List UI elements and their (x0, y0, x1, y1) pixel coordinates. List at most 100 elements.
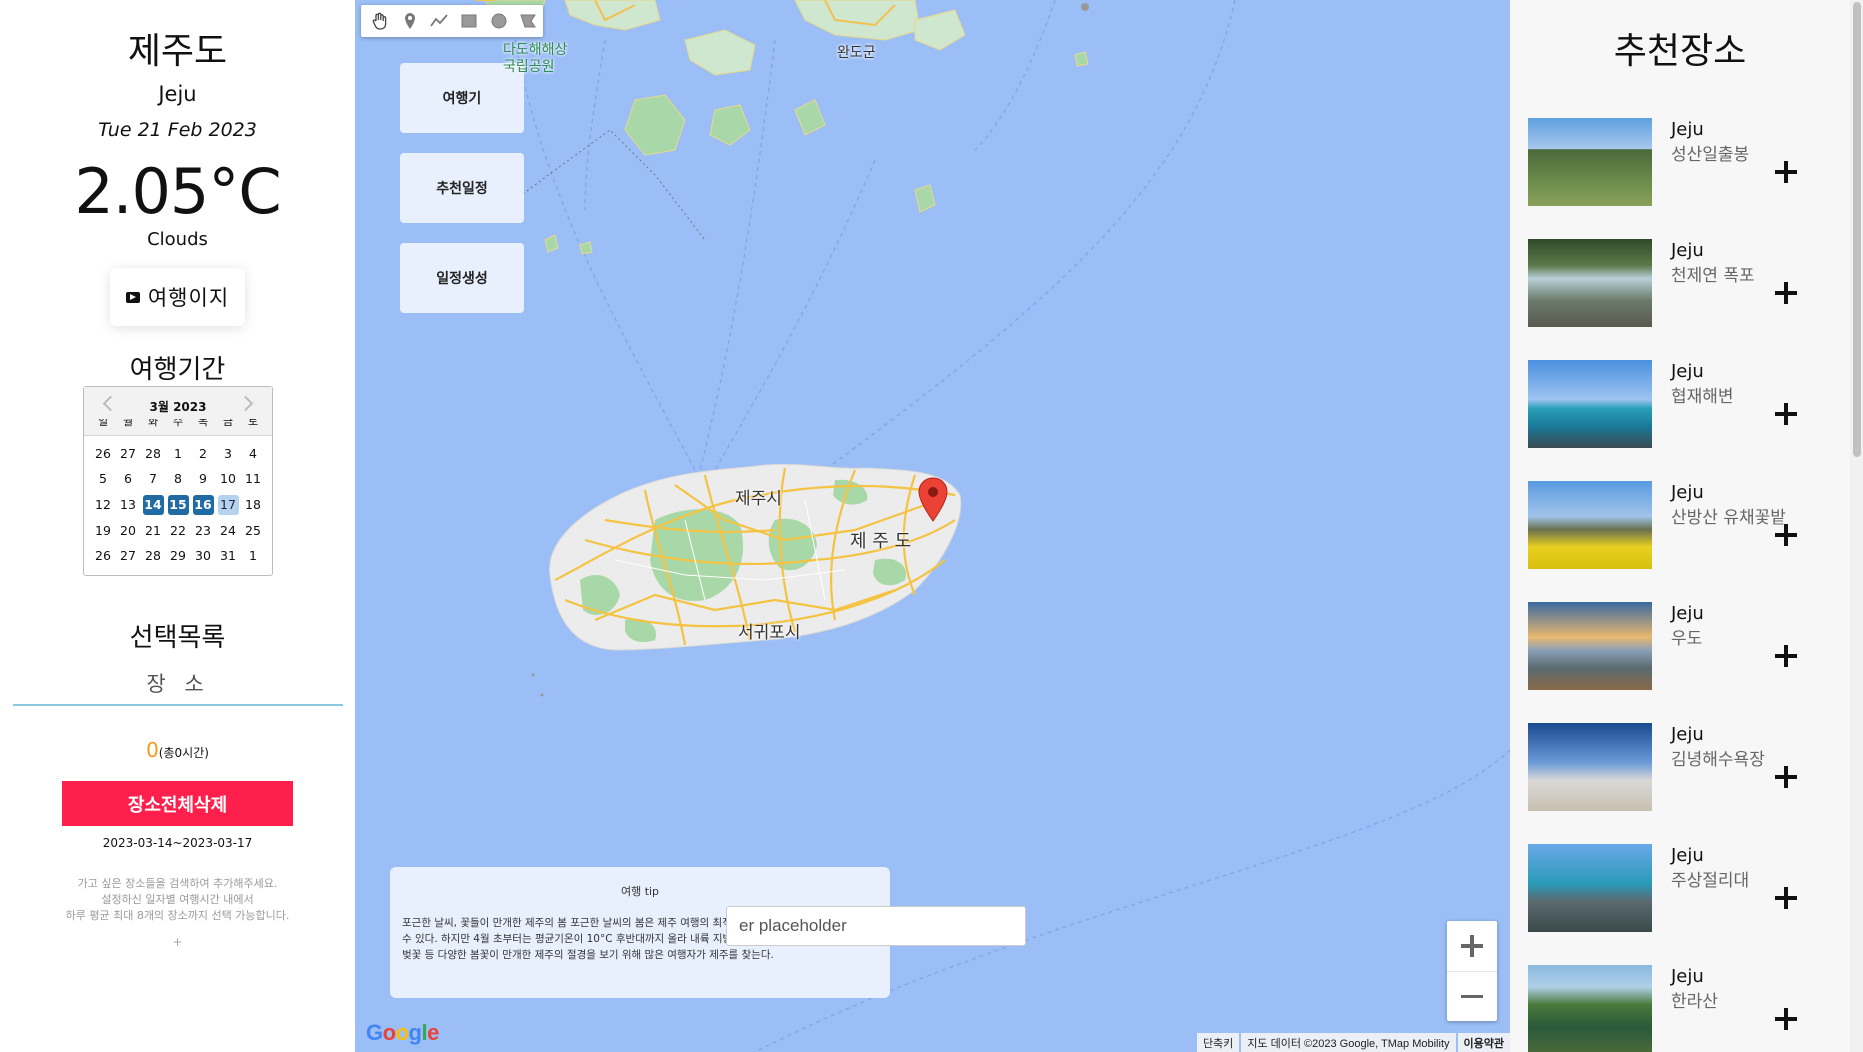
place-photo[interactable] (1528, 844, 1652, 932)
calendar-day[interactable]: 23 (191, 518, 216, 544)
recommendation-card[interactable]: Jeju 우도 (1528, 602, 1828, 690)
chevron-right-icon[interactable] (241, 395, 255, 409)
calendar-day[interactable]: 27 (116, 441, 141, 467)
recommendation-card[interactable]: Jeju 김녕해수욕장 (1528, 723, 1828, 811)
calendar-day[interactable]: 11 (241, 467, 266, 493)
calendar-day[interactable]: 13 (116, 492, 141, 518)
calendar-day[interactable]: 3 (216, 441, 241, 467)
drawing-toolbar (361, 5, 543, 37)
calendar-day-number: 23 (195, 522, 211, 538)
plus-icon[interactable] (1772, 884, 1800, 912)
calendar-day[interactable]: 27 (116, 543, 141, 569)
calendar-day[interactable]: 30 (191, 543, 216, 569)
zoom-out-button[interactable] (1447, 971, 1497, 1021)
calendar-day[interactable]: 7 (141, 467, 166, 493)
place-city: Jeju (1671, 966, 1704, 987)
delete-all-places-button[interactable]: 장소전체삭제 (62, 781, 293, 826)
terms-link[interactable]: 이용약관 (1457, 1033, 1510, 1052)
plus-icon[interactable] (1772, 158, 1800, 186)
calendar-day[interactable]: 14 (141, 492, 166, 518)
calendar-day-number: 22 (170, 522, 186, 538)
calendar-day-number: 16 (192, 494, 214, 515)
calendar-day-number: 21 (145, 522, 161, 538)
calendar-day[interactable]: 1 (241, 543, 266, 569)
place-photo[interactable] (1528, 360, 1652, 448)
place-photo[interactable] (1528, 481, 1652, 569)
page-scrollbar[interactable] (1850, 0, 1863, 1052)
calendar-day[interactable]: 19 (91, 518, 116, 544)
calendar-day[interactable]: 21 (141, 518, 166, 544)
plus-icon[interactable] (1772, 1005, 1800, 1033)
plus-icon[interactable] (1772, 521, 1800, 549)
circle-tool-icon[interactable] (484, 7, 514, 35)
create-schedule-button[interactable]: 일정생성 (400, 243, 524, 313)
calendar-day[interactable]: 5 (91, 467, 116, 493)
app-logo-button[interactable]: 여행이지 (110, 268, 245, 326)
calendar-day[interactable]: 25 (241, 518, 266, 544)
calendar-days: 26 27 28 1 2 3 4 5 6 7 8 9 10 11 12 13 14 15 16 17 18 19 20 21 2… (84, 436, 272, 569)
place-photo[interactable] (1528, 602, 1652, 690)
calendar-day[interactable]: 17 (216, 492, 241, 518)
calendar-day-number: 12 (95, 496, 111, 512)
calendar-day[interactable]: 16 (191, 492, 216, 518)
recommendation-card[interactable]: Jeju 산방산 유채꽃밭 (1528, 481, 1828, 569)
marker-tool-icon[interactable] (395, 7, 425, 35)
calendar-day[interactable]: 9 (191, 467, 216, 493)
plus-icon[interactable] (1772, 279, 1800, 307)
recommendation-card[interactable]: Jeju 한라산 (1528, 965, 1828, 1052)
calendar-day[interactable]: 20 (116, 518, 141, 544)
calendar-day[interactable]: 8 (166, 467, 191, 493)
location-pin-icon[interactable] (917, 477, 949, 523)
calendar-day-number: 28 (145, 548, 161, 564)
recommendation-card[interactable]: Jeju 협재해변 (1528, 360, 1828, 448)
recommended-schedule-button[interactable]: 추천일정 (400, 153, 524, 223)
polygon-tool-icon[interactable] (513, 7, 543, 35)
weather-city-english: Jeju (158, 82, 197, 106)
polyline-tool-icon[interactable] (424, 7, 454, 35)
map-view[interactable]: 여행기 추천일정 일정생성 다도해해상 국립공원 완도군 제주시 제 주 도 서… (355, 0, 1510, 1052)
calendar-day[interactable]: 1 (166, 441, 191, 467)
plus-icon[interactable] (1772, 400, 1800, 428)
calendar-day[interactable]: 31 (216, 543, 241, 569)
calendar-day-number: 2 (199, 445, 207, 461)
help-line: 하루 평균 최대 8개의 장소까지 선택 가능합니다. (65, 909, 290, 922)
calendar-day[interactable]: 29 (166, 543, 191, 569)
calendar-day[interactable]: 28 (141, 543, 166, 569)
calendar-day[interactable]: 6 (116, 467, 141, 493)
calendar-day[interactable]: 10 (216, 467, 241, 493)
calendar-day[interactable]: 18 (241, 492, 266, 518)
place-name: 김녕해수욕장 (1671, 750, 1765, 770)
calendar-day[interactable]: 26 (91, 543, 116, 569)
period-title: 여행기간 (129, 355, 226, 385)
google-logo[interactable]: Google (366, 1020, 439, 1046)
calendar-day-number: 10 (220, 471, 236, 487)
hand-tool-icon[interactable] (365, 7, 395, 35)
calendar-day[interactable]: 28 (141, 441, 166, 467)
calendar-day[interactable]: 24 (216, 518, 241, 544)
calendar-day[interactable]: 2 (191, 441, 216, 467)
keyboard-shortcuts-link[interactable]: 단축키 (1196, 1033, 1240, 1052)
place-name: 한라산 (1671, 992, 1718, 1012)
plus-icon[interactable] (1772, 763, 1800, 791)
calendar-day[interactable]: 12 (91, 492, 116, 518)
calendar-day[interactable]: 15 (166, 492, 191, 518)
place-name: 천제연 폭포 (1671, 266, 1755, 286)
zoom-in-button[interactable] (1447, 921, 1497, 971)
plus-icon[interactable] (1772, 642, 1800, 670)
place-photo[interactable] (1528, 239, 1652, 327)
rectangle-tool-icon[interactable] (454, 7, 484, 35)
calendar-day[interactable]: 4 (241, 441, 266, 467)
recommendation-card[interactable]: Jeju 천제연 폭포 (1528, 239, 1828, 327)
tab-places[interactable]: 장 소 (13, 668, 343, 706)
calendar-day[interactable]: 22 (166, 518, 191, 544)
place-photo[interactable] (1528, 965, 1652, 1052)
selection-title: 선택목록 (129, 623, 226, 653)
scrollbar-thumb[interactable] (1853, 2, 1861, 457)
recommendation-card[interactable]: Jeju 주상절리대 (1528, 844, 1828, 932)
place-search-input[interactable] (726, 906, 1026, 946)
place-photo[interactable] (1528, 118, 1652, 206)
calendar-day[interactable]: 26 (91, 441, 116, 467)
recommendation-panel: 추천장소 Jeju 성산일출봉 Jeju 천제연 폭포 Jeju 협재해변 Jeju 산방산 … (1510, 0, 1850, 1052)
recommendation-card[interactable]: Jeju 성산일출봉 (1528, 118, 1828, 206)
place-photo[interactable] (1528, 723, 1652, 811)
